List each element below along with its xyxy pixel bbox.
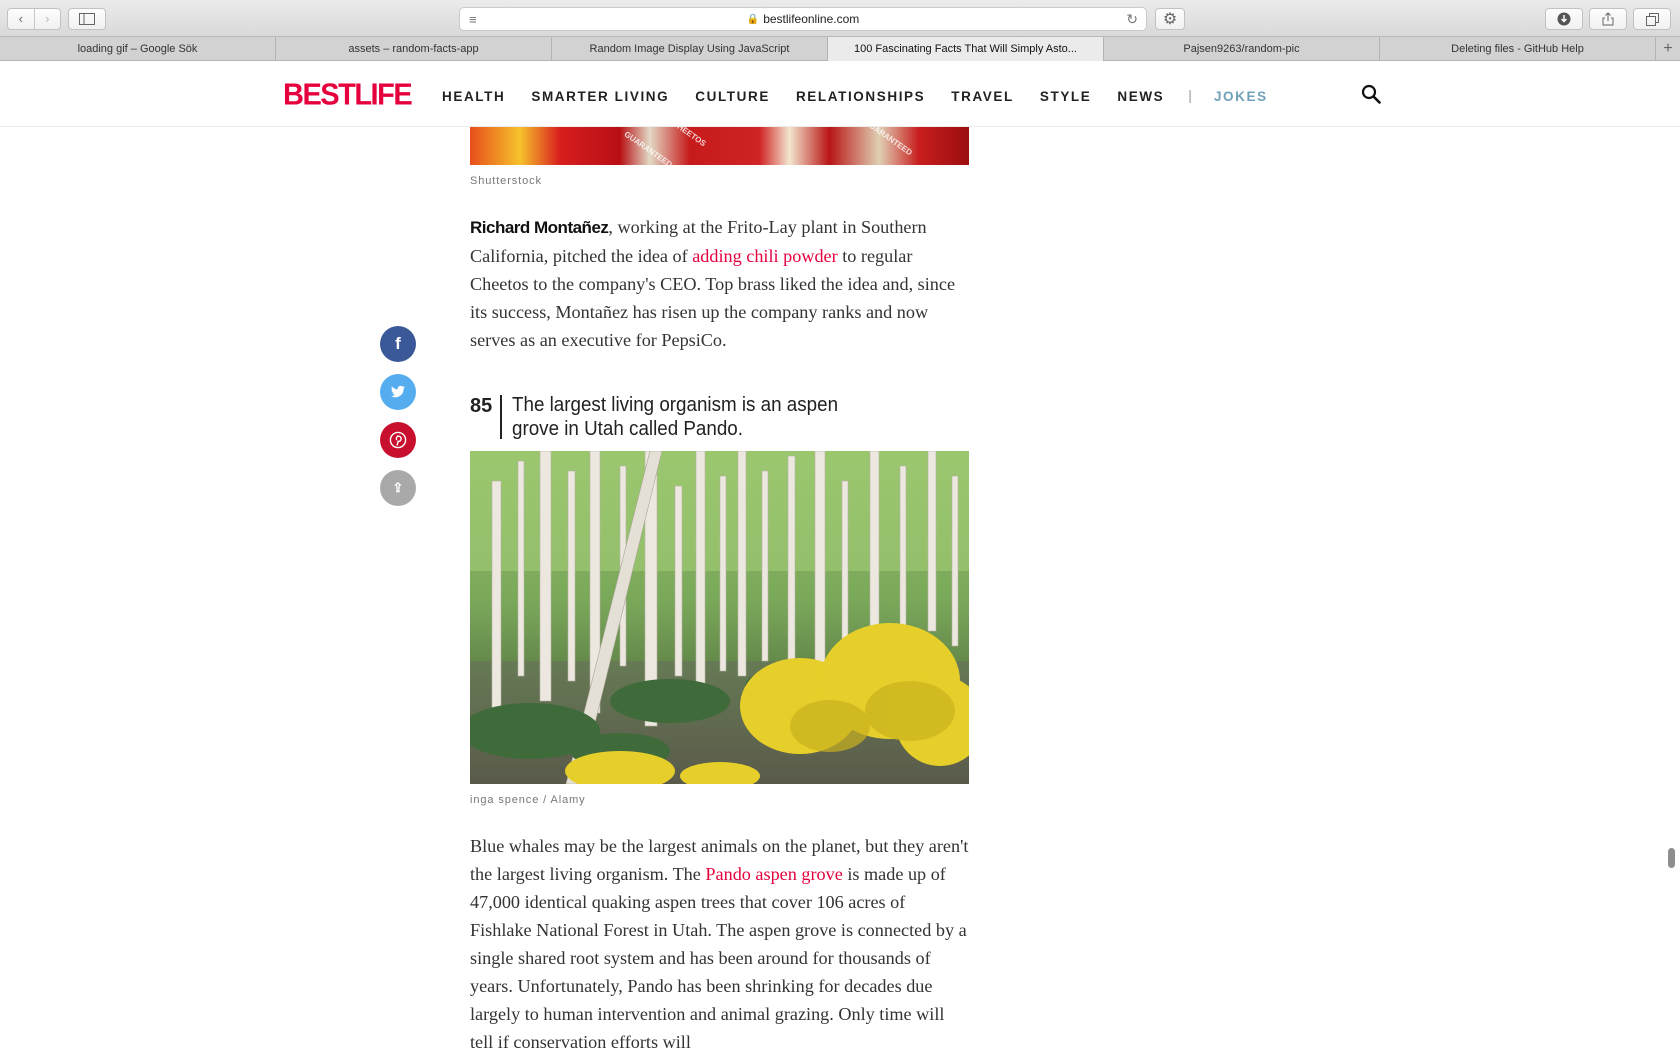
address-bar[interactable]: ≡ 🔒 bestlifeonline.com ↻ xyxy=(459,7,1147,31)
browser-tab[interactable]: Pajsen9263/random-pic xyxy=(1104,37,1380,61)
search-icon[interactable] xyxy=(1361,84,1381,104)
site-logo[interactable]: BESTLIFE xyxy=(283,78,413,113)
scrollbar-thumb[interactable] xyxy=(1668,848,1675,868)
more-share-button[interactable]: ⇪ xyxy=(380,470,416,506)
nav-style[interactable]: STYLE xyxy=(1040,89,1092,104)
article-paragraph: Richard Montañez, working at the Frito-L… xyxy=(470,213,970,354)
sidebar-toggle-button[interactable] xyxy=(68,8,106,30)
tab-title: loading gif – Google Sök xyxy=(77,43,198,55)
show-tabs-button[interactable] xyxy=(1633,8,1671,30)
tab-bar: loading gif – Google Sök assets – random… xyxy=(0,37,1680,61)
download-icon xyxy=(1557,12,1571,26)
nav-culture[interactable]: CULTURE xyxy=(695,89,770,104)
person-name: Richard Montañez xyxy=(470,218,609,237)
browser-tab[interactable]: Random Image Display Using JavaScript xyxy=(552,37,828,61)
photo-credit: inga spence / Alamy xyxy=(470,794,586,806)
share-button[interactable] xyxy=(1589,8,1627,30)
tab-title: Deleting files - GitHub Help xyxy=(1451,43,1584,55)
nav-divider: | xyxy=(1188,87,1192,103)
pinterest-icon xyxy=(389,431,407,449)
share-icon xyxy=(1602,12,1614,26)
plus-icon: + xyxy=(1663,39,1673,57)
browser-toolbar: ‹ › ≡ 🔒 bestlifeonline.com ↻ ⚙ xyxy=(0,0,1680,37)
history-nav: ‹ › xyxy=(7,8,61,30)
main-nav: HEALTH SMARTER LIVING CULTURE RELATIONSH… xyxy=(442,87,1294,104)
url-text: bestlifeonline.com xyxy=(763,12,860,26)
twitter-icon xyxy=(391,385,405,398)
nav-news[interactable]: NEWS xyxy=(1117,89,1164,104)
aspen-grove-photo xyxy=(470,451,969,784)
new-tab-button[interactable]: + xyxy=(1656,37,1680,60)
reload-icon[interactable]: ↻ xyxy=(1126,11,1138,28)
sidebar-icon xyxy=(79,13,95,25)
tab-title: assets – random-facts-app xyxy=(348,43,479,55)
fact-number: 85 xyxy=(470,395,493,417)
tab-title: Pajsen9263/random-pic xyxy=(1183,43,1300,55)
twitter-share-button[interactable] xyxy=(380,374,416,410)
inline-link[interactable]: adding chili powder xyxy=(692,246,837,266)
previous-photo: CHEETOS GUARANTEED GUARANTEED xyxy=(470,127,969,165)
browser-tab[interactable]: Deleting files - GitHub Help xyxy=(1380,37,1656,61)
nav-smarter-living[interactable]: SMARTER LIVING xyxy=(531,89,669,104)
browser-tab-active[interactable]: 100 Fascinating Facts That Will Simply A… xyxy=(828,37,1104,61)
share-icon: ⇪ xyxy=(392,480,404,495)
nav-travel[interactable]: TRAVEL xyxy=(951,89,1014,104)
facebook-icon: f xyxy=(395,334,401,353)
tab-title: 100 Fascinating Facts That Will Simply A… xyxy=(854,43,1077,55)
nav-relationships[interactable]: RELATIONSHIPS xyxy=(796,89,925,104)
inline-link[interactable]: Pando aspen grove xyxy=(705,864,842,884)
reader-icon[interactable]: ≡ xyxy=(469,12,477,27)
lock-icon: 🔒 xyxy=(746,13,760,25)
article-paragraph: Blue whales may be the largest animals o… xyxy=(470,832,970,1050)
forward-button[interactable]: › xyxy=(35,9,61,29)
fact-heading: 85 The largest living organism is an asp… xyxy=(470,393,912,441)
back-button[interactable]: ‹ xyxy=(8,9,35,29)
nav-health[interactable]: HEALTH xyxy=(442,89,505,104)
pinterest-share-button[interactable] xyxy=(380,422,416,458)
browser-tab[interactable]: assets – random-facts-app xyxy=(276,37,552,61)
tab-title: Random Image Display Using JavaScript xyxy=(589,43,790,55)
extension-button[interactable]: ⚙ xyxy=(1155,8,1185,30)
divider xyxy=(500,395,502,439)
browser-tab[interactable]: loading gif – Google Sök xyxy=(0,37,276,61)
downloads-button[interactable] xyxy=(1545,8,1583,30)
facebook-share-button[interactable]: f xyxy=(380,326,416,362)
site-header: BESTLIFE HEALTH SMARTER LIVING CULTURE R… xyxy=(0,61,1680,127)
photo-credit: Shutterstock xyxy=(470,175,542,187)
tabs-icon xyxy=(1645,12,1659,26)
nav-jokes[interactable]: JOKES xyxy=(1214,89,1268,104)
text-span: is made up of 47,000 identical quaking a… xyxy=(470,864,967,1050)
gear-icon: ⚙ xyxy=(1162,11,1178,28)
fact-title: The largest living organism is an aspen … xyxy=(512,394,839,440)
